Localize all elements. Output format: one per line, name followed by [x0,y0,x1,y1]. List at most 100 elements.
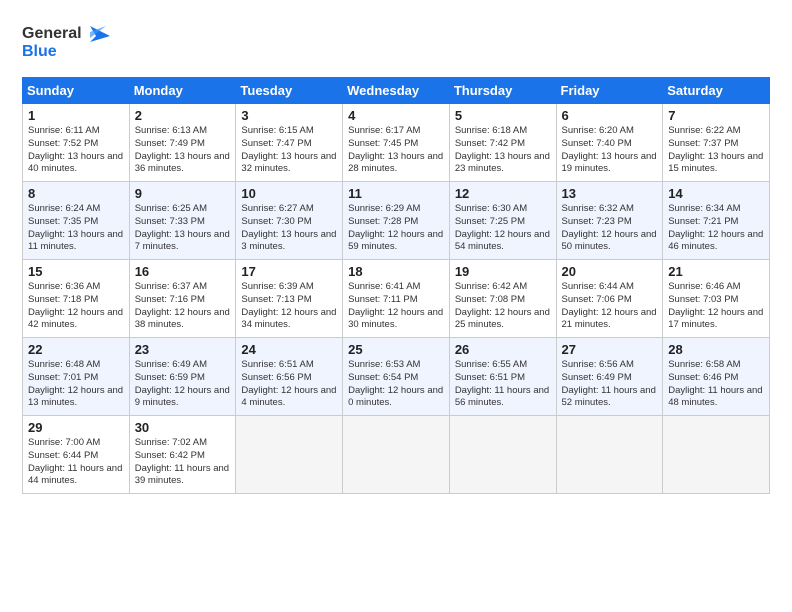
day-number: 17 [241,264,337,279]
day-number: 6 [562,108,658,123]
cell-sunrise: Sunrise: 6:48 AM [28,359,100,370]
cell-sunset: Sunset: 6:42 PM [135,450,205,461]
calendar-cell: 6 Sunrise: 6:20 AM Sunset: 7:40 PM Dayli… [556,104,663,182]
calendar-cell: 5 Sunrise: 6:18 AM Sunset: 7:42 PM Dayli… [449,104,556,182]
calendar-cell: 2 Sunrise: 6:13 AM Sunset: 7:49 PM Dayli… [129,104,236,182]
calendar-cell: 1 Sunrise: 6:11 AM Sunset: 7:52 PM Dayli… [23,104,130,182]
cell-sunrise: Sunrise: 6:37 AM [135,281,207,292]
header: General Blue [22,18,770,67]
th-monday: Monday [129,78,236,104]
cell-sunrise: Sunrise: 6:36 AM [28,281,100,292]
calendar-cell: 19 Sunrise: 6:42 AM Sunset: 7:08 PM Dayl… [449,260,556,338]
logo-svg: General Blue [22,18,112,62]
th-sunday: Sunday [23,78,130,104]
day-number: 24 [241,342,337,357]
calendar-cell: 11 Sunrise: 6:29 AM Sunset: 7:28 PM Dayl… [343,182,450,260]
calendar-cell: 15 Sunrise: 6:36 AM Sunset: 7:18 PM Dayl… [23,260,130,338]
calendar-cell: 16 Sunrise: 6:37 AM Sunset: 7:16 PM Dayl… [129,260,236,338]
cell-daylight: Daylight: 12 hours and 25 minutes. [455,307,550,331]
calendar-cell [343,416,450,494]
day-number: 5 [455,108,551,123]
cell-sunset: Sunset: 7:23 PM [562,216,632,227]
header-row: Sunday Monday Tuesday Wednesday Thursday… [23,78,770,104]
calendar-cell: 18 Sunrise: 6:41 AM Sunset: 7:11 PM Dayl… [343,260,450,338]
cell-sunset: Sunset: 7:16 PM [135,294,205,305]
cell-daylight: Daylight: 12 hours and 54 minutes. [455,229,550,253]
calendar-cell: 3 Sunrise: 6:15 AM Sunset: 7:47 PM Dayli… [236,104,343,182]
cell-daylight: Daylight: 11 hours and 48 minutes. [668,385,762,409]
cell-sunrise: Sunrise: 6:29 AM [348,203,420,214]
day-number: 3 [241,108,337,123]
cell-sunrise: Sunrise: 6:34 AM [668,203,740,214]
cell-daylight: Daylight: 12 hours and 0 minutes. [348,385,443,409]
cell-sunrise: Sunrise: 6:11 AM [28,125,100,136]
cell-sunset: Sunset: 7:01 PM [28,372,98,383]
calendar-cell [236,416,343,494]
cell-sunrise: Sunrise: 6:39 AM [241,281,313,292]
logo: General Blue [22,18,112,67]
th-thursday: Thursday [449,78,556,104]
calendar-cell: 27 Sunrise: 6:56 AM Sunset: 6:49 PM Dayl… [556,338,663,416]
cell-sunset: Sunset: 7:03 PM [668,294,738,305]
cell-sunset: Sunset: 7:37 PM [668,138,738,149]
cell-sunrise: Sunrise: 6:49 AM [135,359,207,370]
day-number: 11 [348,186,444,201]
day-number: 14 [668,186,764,201]
cell-sunset: Sunset: 7:52 PM [28,138,98,149]
calendar-cell: 9 Sunrise: 6:25 AM Sunset: 7:33 PM Dayli… [129,182,236,260]
cell-daylight: Daylight: 12 hours and 38 minutes. [135,307,230,331]
cell-sunrise: Sunrise: 6:18 AM [455,125,527,136]
cell-sunrise: Sunrise: 6:44 AM [562,281,634,292]
cell-sunset: Sunset: 7:13 PM [241,294,311,305]
cell-sunrise: Sunrise: 6:55 AM [455,359,527,370]
cell-sunrise: Sunrise: 6:22 AM [668,125,740,136]
cell-daylight: Daylight: 13 hours and 28 minutes. [348,151,443,175]
cell-sunrise: Sunrise: 6:24 AM [28,203,100,214]
cell-sunset: Sunset: 6:44 PM [28,450,98,461]
cell-sunrise: Sunrise: 6:20 AM [562,125,634,136]
calendar-cell [449,416,556,494]
svg-text:Blue: Blue [22,43,57,60]
cell-daylight: Daylight: 13 hours and 3 minutes. [241,229,336,253]
day-number: 1 [28,108,124,123]
cell-sunrise: Sunrise: 6:53 AM [348,359,420,370]
day-number: 20 [562,264,658,279]
cell-sunrise: Sunrise: 6:58 AM [668,359,740,370]
cell-sunset: Sunset: 6:49 PM [562,372,632,383]
day-number: 30 [135,420,231,435]
calendar-cell: 26 Sunrise: 6:55 AM Sunset: 6:51 PM Dayl… [449,338,556,416]
cell-sunset: Sunset: 6:54 PM [348,372,418,383]
day-number: 10 [241,186,337,201]
cell-sunrise: Sunrise: 7:02 AM [135,437,207,448]
cell-sunrise: Sunrise: 6:32 AM [562,203,634,214]
cell-sunrise: Sunrise: 6:41 AM [348,281,420,292]
calendar-cell: 24 Sunrise: 6:51 AM Sunset: 6:56 PM Dayl… [236,338,343,416]
cell-sunrise: Sunrise: 6:56 AM [562,359,634,370]
cell-sunrise: Sunrise: 7:00 AM [28,437,100,448]
cell-sunrise: Sunrise: 6:51 AM [241,359,313,370]
calendar-cell: 21 Sunrise: 6:46 AM Sunset: 7:03 PM Dayl… [663,260,770,338]
calendar-cell [556,416,663,494]
cell-sunrise: Sunrise: 6:17 AM [348,125,420,136]
cell-daylight: Daylight: 13 hours and 32 minutes. [241,151,336,175]
cell-daylight: Daylight: 12 hours and 42 minutes. [28,307,123,331]
cell-sunset: Sunset: 6:51 PM [455,372,525,383]
cell-daylight: Daylight: 12 hours and 13 minutes. [28,385,123,409]
cell-daylight: Daylight: 12 hours and 59 minutes. [348,229,443,253]
th-wednesday: Wednesday [343,78,450,104]
cell-daylight: Daylight: 11 hours and 56 minutes. [455,385,549,409]
cell-daylight: Daylight: 13 hours and 7 minutes. [135,229,230,253]
cell-sunrise: Sunrise: 6:13 AM [135,125,207,136]
day-number: 8 [28,186,124,201]
cell-sunrise: Sunrise: 6:30 AM [455,203,527,214]
cell-sunset: Sunset: 7:42 PM [455,138,525,149]
day-number: 9 [135,186,231,201]
cell-sunset: Sunset: 7:49 PM [135,138,205,149]
day-number: 25 [348,342,444,357]
cell-daylight: Daylight: 13 hours and 19 minutes. [562,151,657,175]
cell-daylight: Daylight: 11 hours and 44 minutes. [28,463,122,487]
cell-sunset: Sunset: 7:35 PM [28,216,98,227]
calendar-cell: 22 Sunrise: 6:48 AM Sunset: 7:01 PM Dayl… [23,338,130,416]
day-number: 26 [455,342,551,357]
cell-sunset: Sunset: 7:33 PM [135,216,205,227]
